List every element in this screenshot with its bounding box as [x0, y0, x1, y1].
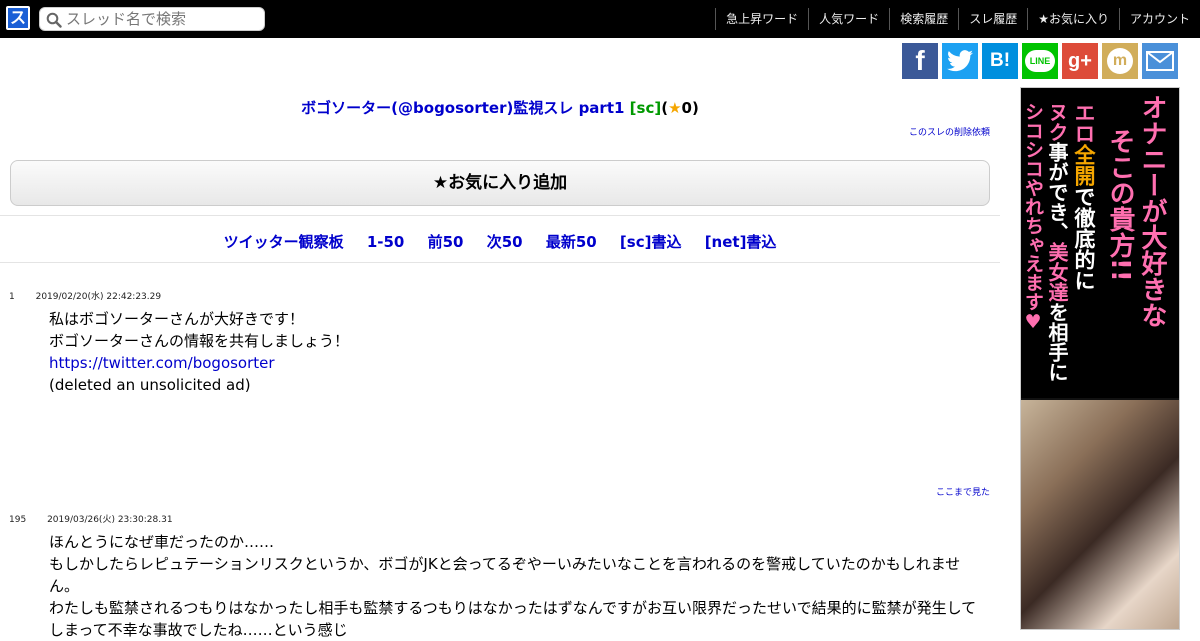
mixi-circle-glyph: m — [1107, 48, 1133, 74]
ad-line: そこの貴方!! — [1105, 128, 1135, 282]
delete-request-link[interactable]: このスレの削除依頼 — [909, 125, 990, 138]
thread-nav: ツイッター観察板 1-50 前50 次50 最新50 [sc]書込 [net]書… — [0, 231, 1000, 252]
ad-text-highlight: 全開 — [1072, 144, 1096, 186]
post-number: 195 — [9, 515, 27, 525]
post-datetime: 2019/02/20(水) 22:42:23.29 — [35, 292, 162, 302]
ad-line: オナニーが大好きな — [1137, 94, 1167, 328]
post-datetime: 2019/03/26(火) 23:30:28.31 — [47, 515, 173, 525]
ad-text-plain: で徹底的に — [1072, 186, 1096, 291]
hatena-bookmark-icon[interactable]: B! — [982, 43, 1018, 79]
nav-account[interactable]: アカウント — [1118, 8, 1200, 30]
google-plus-glyph: g+ — [1068, 49, 1092, 72]
share-bar: f B! LINE g+ m — [902, 43, 1178, 79]
post-body: ほんとうになぜ車だったのか…… もしかしたらレピュテーションリスクというか、ボゴ… — [49, 531, 989, 641]
twitter-bird-glyph — [947, 50, 973, 72]
top-nav: 急上昇ワード 人気ワード 検索履歴 スレ履歴 ★お気に入り アカウント — [715, 8, 1200, 30]
line-bubble-glyph: LINE — [1025, 50, 1055, 72]
twitter-icon[interactable] — [942, 43, 978, 79]
search-box[interactable] — [39, 7, 265, 31]
post-line: (deleted an unsolicited ad) — [49, 376, 251, 394]
ad-image — [1021, 400, 1179, 629]
ad-text-highlight: エロ — [1072, 102, 1096, 144]
star-icon: ★ — [668, 99, 682, 117]
ad-text-highlight: 美女達 — [1045, 242, 1069, 302]
mail-icon[interactable] — [1142, 43, 1178, 79]
nav-favorites[interactable]: ★お気に入り — [1027, 8, 1119, 30]
ad-text-plain: 事ができ、 — [1045, 142, 1069, 242]
mixi-glyph-text: m — [1112, 52, 1128, 69]
thread-title: ボゴソーター(@bogosorter)監視スレ part1 [sc](★0) — [0, 97, 1000, 118]
mixi-icon[interactable]: m — [1102, 43, 1138, 79]
mail-envelope-glyph — [1146, 51, 1174, 71]
nav-range-1-50[interactable]: 1-50 — [367, 233, 405, 251]
fav-count: 0) — [681, 99, 699, 117]
top-bar: ス 急上昇ワード 人気ワード 検索履歴 スレ履歴 ★お気に入り アカウント — [0, 0, 1200, 38]
ad-line: シコシコやれちゃえます♥ — [1022, 102, 1044, 333]
post-line: わたしも監禁されるつもりはなかったし相手も監禁するつもりはなかったはずなんですが… — [49, 599, 977, 639]
ad-line: エロ全開で徹底的に — [1072, 102, 1096, 291]
add-favorite-button[interactable]: ★お気に入り追加 — [10, 160, 990, 206]
hatena-glyph: B! — [989, 50, 1011, 71]
ad-text-plain: を相手に — [1045, 302, 1069, 382]
post-line: もしかしたらレピュテーションリスクというか、ボゴがJKと会ってるぞやーいみたいな… — [49, 555, 961, 595]
ad-text-highlight: ヌク — [1045, 102, 1069, 142]
nav-prev-50[interactable]: 前50 — [428, 233, 464, 251]
nav-next-50[interactable]: 次50 — [487, 233, 523, 251]
ad-text-panel: オナニーが大好きな そこの貴方!! エロ全開で徹底的に ヌク事ができ、美女達を相… — [1021, 88, 1179, 398]
nav-net-write[interactable]: [net]書込 — [705, 233, 777, 251]
ad-banner[interactable]: オナニーが大好きな そこの貴方!! エロ全開で徹底的に ヌク事ができ、美女達を相… — [1020, 87, 1180, 630]
thread-title-link[interactable]: ボゴソーター(@bogosorter)監視スレ part1 — [301, 99, 624, 117]
post-header: 1 2019/02/20(水) 22:42:23.29 — [9, 289, 161, 302]
divider — [0, 262, 1000, 263]
nav-thread-history[interactable]: スレ履歴 — [958, 8, 1027, 30]
nav-search-history[interactable]: 検索履歴 — [889, 8, 958, 30]
post-header: 195 2019/03/26(火) 23:30:28.31 — [9, 512, 173, 525]
line-glyph-text: LINE — [1029, 56, 1051, 66]
post-line: ほんとうになぜ車だったのか…… — [49, 533, 275, 551]
facebook-icon[interactable]: f — [902, 43, 938, 79]
facebook-glyph: f — [915, 45, 925, 76]
nav-latest-50[interactable]: 最新50 — [546, 233, 597, 251]
ad-line: ヌク事ができ、美女達を相手に — [1045, 102, 1069, 382]
post-line: 私はボゴソーターさんが大好きです！ — [49, 310, 305, 328]
post-line: ボゴソーターさんの情報を共有しましょう！ — [49, 332, 350, 350]
search-icon — [46, 12, 62, 28]
sc-tag: [sc] — [629, 99, 662, 117]
site-logo[interactable]: ス — [6, 6, 30, 30]
post-number: 1 — [9, 292, 15, 302]
seen-here-link[interactable]: ここまで見た — [936, 485, 990, 498]
line-icon[interactable]: LINE — [1022, 43, 1058, 79]
search-input[interactable] — [66, 10, 260, 28]
nav-trending-words[interactable]: 急上昇ワード — [715, 8, 808, 30]
google-plus-icon[interactable]: g+ — [1062, 43, 1098, 79]
divider — [0, 215, 1000, 216]
post-body: 私はボゴソーターさんが大好きです！ ボゴソーターさんの情報を共有しましょう！ h… — [49, 308, 989, 396]
nav-board-link[interactable]: ツイッター観察板 — [224, 233, 344, 251]
logo-glyph: ス — [8, 8, 28, 28]
nav-popular-words[interactable]: 人気ワード — [808, 8, 889, 30]
post-link[interactable]: https://twitter.com/bogosorter — [49, 354, 275, 372]
nav-sc-write[interactable]: [sc]書込 — [620, 233, 682, 251]
